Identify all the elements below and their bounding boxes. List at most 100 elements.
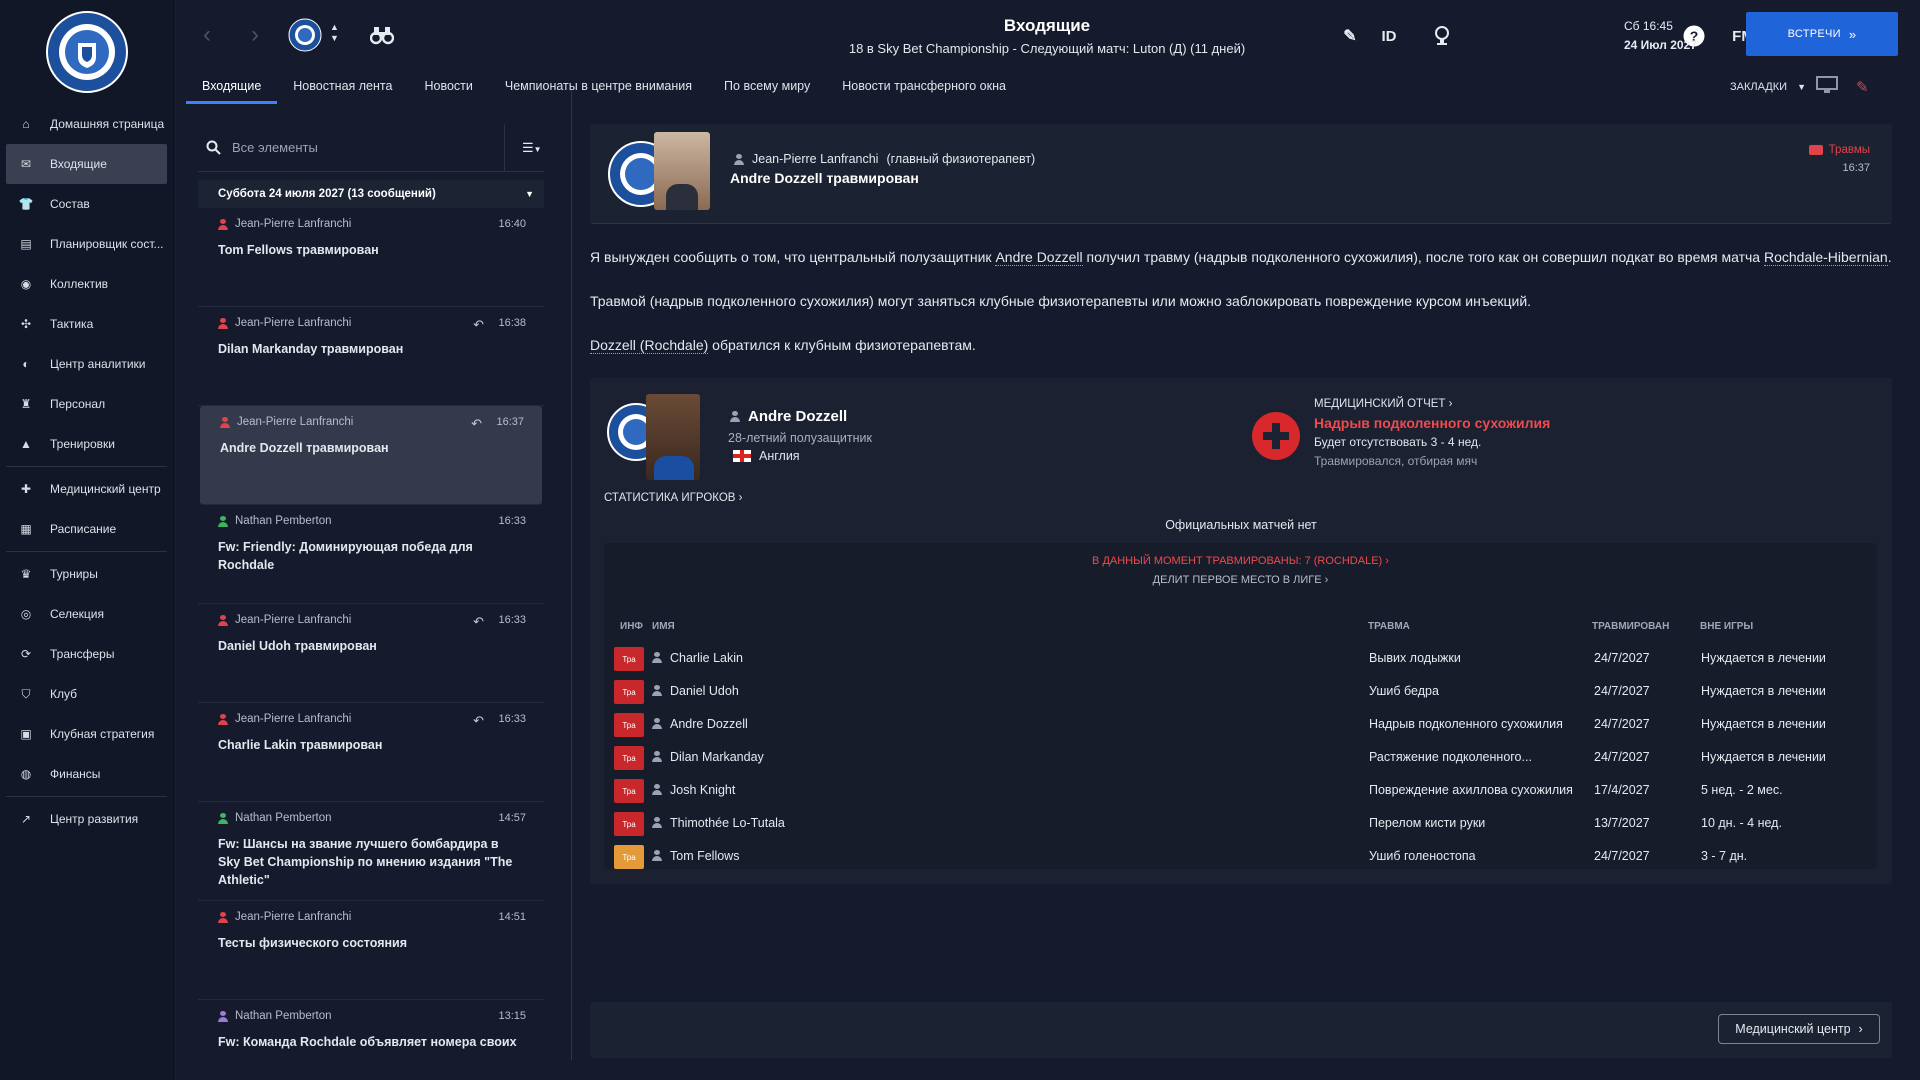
sidebar-item-13[interactable]: ◎ Селекция: [0, 594, 173, 634]
world-trophy-icon[interactable]: [1430, 24, 1454, 48]
player-name[interactable]: Tom Fellows: [670, 849, 739, 863]
bookmarks[interactable]: ЗАКЛАДКИ ▼ ✎: [1730, 76, 1869, 97]
message-sender: Nathan Pemberton: [218, 1010, 524, 1022]
injury-type: Надрыв подколенного сухожилия: [1369, 717, 1563, 731]
filter-menu-icon[interactable]: ☰▼: [522, 140, 542, 156]
injury-badge[interactable]: Тра: [614, 680, 644, 704]
sidebar-item-15[interactable]: ⛉ Клуб: [0, 674, 173, 714]
player-name[interactable]: Charlie Lakin: [670, 651, 743, 665]
message-item[interactable]: Nathan Pemberton 16:33 Fw: Friendly: Домин…: [198, 505, 544, 604]
message-subject: Тесты физического состояния: [218, 936, 408, 950]
tab-5[interactable]: По всему миру: [708, 70, 826, 104]
table-row[interactable]: Тра Dilan Markanday Растяжение подколенног…: [614, 742, 1864, 775]
injury-badge[interactable]: Тра: [614, 647, 644, 671]
sidebar-item-3[interactable]: 👕 Состав: [0, 184, 173, 224]
league-rank-link[interactable]: ДЕЛИТ ПЕРВОЕ МЕСТО В ЛИГЕ ›: [604, 574, 1877, 586]
message-group-header[interactable]: Суббота 24 июля 2027 (13 сообщений) ▼: [198, 180, 544, 208]
table-row[interactable]: Тра Daniel Udoh Ушиб бедра 24/7/2027 Нуждает…: [614, 676, 1864, 709]
injury-badge[interactable]: Тра: [614, 779, 644, 803]
table-row[interactable]: Тра Charlie Lakin Вывих лодыжки 24/7/2027 Ну…: [614, 643, 1864, 676]
club-switch-updown-icon[interactable]: ▲ ▼: [330, 22, 339, 44]
id-button[interactable]: ID: [1374, 24, 1404, 48]
sidebar-item-11[interactable]: ▦ Расписание: [0, 509, 173, 549]
forward-arrow-icon[interactable]: ›: [242, 22, 268, 48]
tab-4[interactable]: Чемпионаты в центре внимания: [489, 70, 708, 104]
message-tag[interactable]: Травмы: [1808, 144, 1870, 156]
message-item[interactable]: Nathan Pemberton 14:57 Fw: Шансы на звание…: [198, 802, 544, 901]
red-pen-icon[interactable]: ✎: [1856, 78, 1869, 96]
col-name[interactable]: ИМЯ: [652, 621, 675, 632]
meetings-button[interactable]: ВСТРЕЧИ »: [1746, 12, 1898, 56]
player-name[interactable]: Daniel Udoh: [670, 684, 739, 698]
medical-report-link[interactable]: МЕДИЦИНСКИЙ ОТЧЕТ ›: [1314, 398, 1453, 410]
sidebar-item-7[interactable]: ◐ Центр аналитики: [0, 344, 173, 384]
table-row[interactable]: Тра Josh Knight Повреждение ахиллова сухож…: [614, 775, 1864, 808]
sidebar-item-18[interactable]: ↗ Центр развития: [0, 799, 173, 839]
back-arrow-icon[interactable]: ‹: [194, 22, 220, 48]
col-info[interactable]: ИНФ: [620, 621, 643, 632]
date-time[interactable]: Сб 16:45 24 Июл 2027: [1624, 17, 1697, 55]
sidebar-item-4[interactable]: ▤ Планировщик сост...: [0, 224, 173, 264]
tab-1[interactable]: Входящие: [186, 70, 278, 104]
person-icon: [734, 153, 744, 165]
sidebar-item-6[interactable]: ✣ Тактика: [0, 304, 173, 344]
sidebar-item-5[interactable]: ◉ Коллектив: [0, 264, 173, 304]
player-name[interactable]: Andre Dozzell: [748, 408, 847, 425]
search-input[interactable]: [232, 140, 482, 155]
message-item[interactable]: Jean-Pierre Lanfranchi ↶ 16:33 Daniel Udoh …: [198, 604, 544, 703]
injury-badge[interactable]: Тра: [614, 713, 644, 737]
message-item[interactable]: Jean-Pierre Lanfranchi ↶ 16:37 Andre Dozzel…: [200, 406, 542, 505]
sidebar-item-label: Клуб: [50, 687, 77, 701]
sidebar-item-12[interactable]: ♛ Турниры: [0, 554, 173, 594]
col-injury[interactable]: ТРАВМА: [1368, 621, 1410, 632]
injury-badge[interactable]: Тра: [614, 812, 644, 836]
sidebar-item-2[interactable]: ✉ Входящие: [6, 144, 167, 184]
table-row[interactable]: Тра Andre Dozzell Надрыв подколенного сухо…: [614, 709, 1864, 742]
sidebar-item-10[interactable]: ✚ Медицинский центр: [0, 469, 173, 509]
messages: Jean-Pierre Lanfranchi 16:40 Tom Fellows т…: [198, 208, 544, 1060]
table-row[interactable]: Тра Tom Fellows Ушиб голеностопа 24/7/2027 3…: [614, 841, 1864, 874]
message-subject: Andre Dozzell травмирован: [220, 441, 389, 455]
message-item[interactable]: Jean-Pierre Lanfranchi ↶ 16:38 Dilan Markan…: [198, 307, 544, 406]
binoculars-search-icon[interactable]: [369, 24, 395, 49]
message-item[interactable]: Jean-Pierre Lanfranchi 14:51 Тесты физичес…: [198, 901, 544, 1000]
injury-badge[interactable]: Тра: [614, 845, 644, 869]
match-link[interactable]: Rochdale-Hibernian: [1763, 249, 1888, 266]
club-crest[interactable]: [0, 0, 173, 104]
player-stats-link[interactable]: СТАТИСТИКА ИГРОКОВ ›: [604, 492, 743, 504]
edit-pencil-icon[interactable]: ✎: [1340, 24, 1360, 48]
injured-count-link[interactable]: В ДАННЫЙ МОМЕНТ ТРАВМИРОВАНЫ: 7 (ROCHDAL…: [604, 555, 1877, 567]
injury-badge[interactable]: Тра: [614, 746, 644, 770]
sender-name[interactable]: Jean-Pierre Lanfranchi: [752, 152, 878, 166]
tab-6[interactable]: Новости трансферного окна: [826, 70, 1022, 104]
col-injured-date[interactable]: ТРАВМИРОВАН: [1592, 621, 1669, 632]
sidebar-nav: ⌂ Домашняя страница ✉ Входящие 👕 Состав ▤ Плани…: [0, 104, 173, 839]
medical-center-button[interactable]: Медицинский центр ›: [1718, 1014, 1880, 1044]
chevron-right-icon: ›: [1448, 398, 1453, 410]
table-row[interactable]: Тра Thimothée Lo-Tutala Перелом кисти руки…: [614, 808, 1864, 841]
club-switch-crest-icon[interactable]: [288, 18, 322, 52]
player-name[interactable]: Andre Dozzell: [670, 717, 748, 731]
message-subject: Daniel Udoh травмирован: [218, 639, 377, 653]
sidebar-item-17[interactable]: ◍ Финансы: [0, 754, 173, 794]
message-item[interactable]: Jean-Pierre Lanfranchi 16:40 Tom Fellows т…: [198, 208, 544, 307]
message-item[interactable]: Jean-Pierre Lanfranchi ↶ 16:33 Charlie Laki…: [198, 703, 544, 802]
player-name[interactable]: Dilan Markanday: [670, 750, 764, 764]
sidebar-item-16[interactable]: ▣ Клубная стратегия: [0, 714, 173, 754]
sidebar-item-14[interactable]: ⟳ Трансферы: [0, 634, 173, 674]
message-item[interactable]: Nathan Pemberton 13:15 Fw: Команда Rochdal…: [198, 1000, 544, 1060]
player-name[interactable]: Josh Knight: [670, 783, 735, 797]
monitor-icon[interactable]: [1816, 76, 1838, 97]
player-photo[interactable]: [646, 394, 700, 480]
sidebar-item-1[interactable]: ⌂ Домашняя страница: [0, 104, 173, 144]
sidebar: ⌂ Домашняя страница ✉ Входящие 👕 Состав ▤ Плани…: [0, 0, 174, 1080]
tab-3[interactable]: Новости: [408, 70, 488, 104]
player-name[interactable]: Thimothée Lo-Tutala: [670, 816, 785, 830]
col-out[interactable]: ВНЕ ИГРЫ: [1700, 621, 1753, 632]
sidebar-item-8[interactable]: ♜ Персонал: [0, 384, 173, 424]
player-club-link[interactable]: Dozzell (Rochdale): [590, 337, 709, 354]
sidebar-item-9[interactable]: ▲ Тренировки: [0, 424, 173, 464]
reply-icon: ↶: [473, 614, 484, 629]
player-link[interactable]: Andre Dozzell: [995, 249, 1083, 266]
tab-2[interactable]: Новостная лента: [277, 70, 408, 104]
